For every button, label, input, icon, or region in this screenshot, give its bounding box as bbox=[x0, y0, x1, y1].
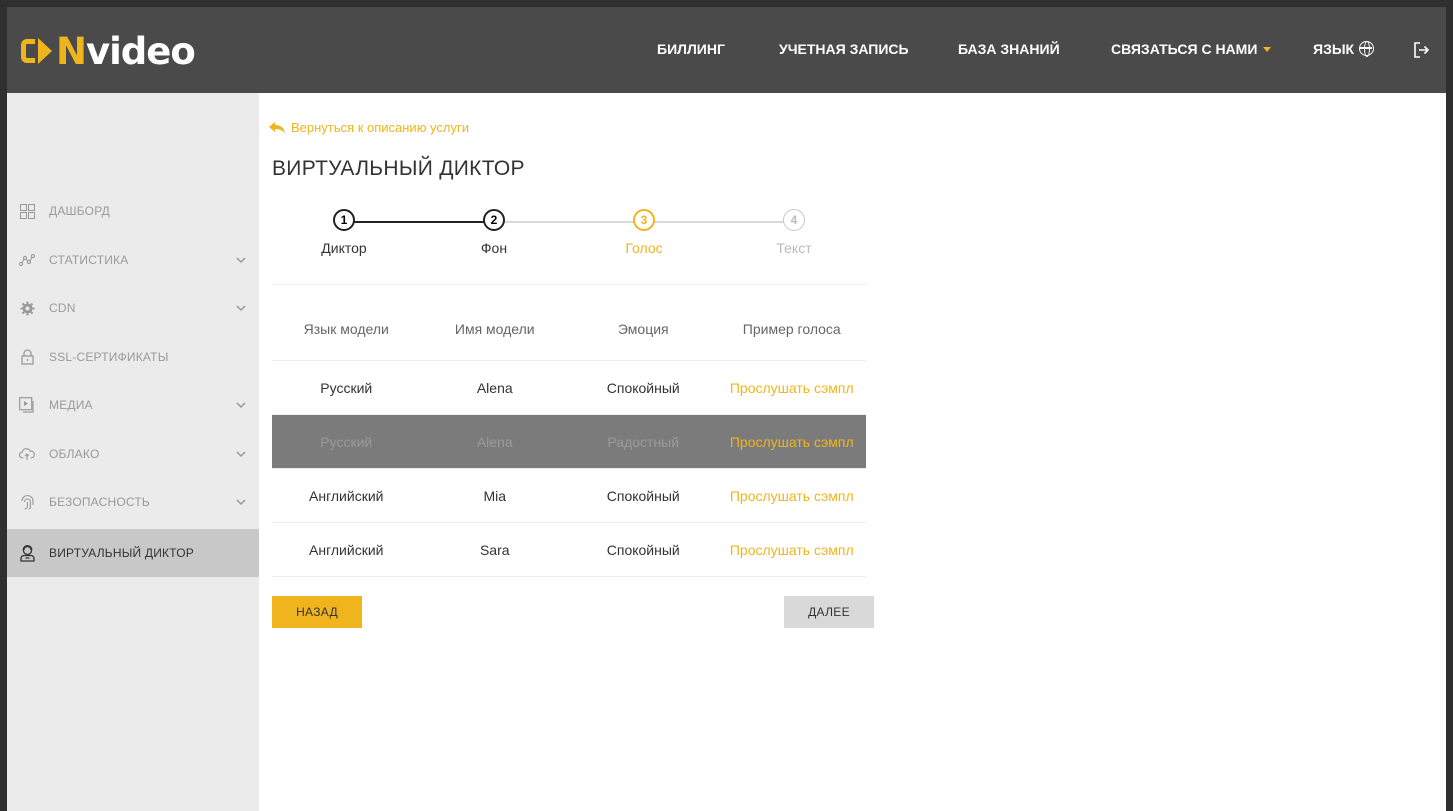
chevron-down-icon bbox=[1263, 47, 1272, 53]
table-row[interactable]: Английский Sara Спокойный Прослушать сэм… bbox=[272, 523, 866, 577]
step-text[interactable]: 4 Текст bbox=[734, 209, 854, 256]
step-number: 3 bbox=[633, 209, 655, 231]
nav-billing[interactable]: БИЛЛИНГ bbox=[657, 41, 725, 59]
back-to-service-link[interactable]: Вернуться к описанию услуги bbox=[269, 120, 469, 135]
table-cell: Английский bbox=[309, 541, 384, 558]
column-header: Пример голоса bbox=[742, 320, 841, 337]
chevron-down-icon bbox=[236, 499, 246, 506]
sidebar-item-label: БЕЗОПАСНОСТЬ bbox=[49, 495, 150, 509]
step-number: 1 bbox=[333, 209, 355, 231]
step-number: 2 bbox=[483, 209, 505, 231]
listen-sample-link[interactable]: Прослушать сэмпл bbox=[718, 488, 867, 504]
listen-sample-link[interactable]: Прослушать сэмпл bbox=[718, 542, 867, 558]
sidebar-item-statistics[interactable]: СТАТИСТИКА bbox=[7, 236, 259, 284]
fingerprint-icon bbox=[19, 494, 35, 510]
step-background[interactable]: 2 Фон bbox=[434, 209, 554, 256]
table-cell: Спокойный bbox=[606, 487, 680, 504]
lock-icon bbox=[19, 349, 35, 365]
dashboard-icon bbox=[19, 203, 35, 219]
sidebar-item-security[interactable]: БЕЗОПАСНОСТЬ bbox=[7, 478, 259, 526]
table-cell: Русский bbox=[320, 433, 373, 450]
sidebar-item-media[interactable]: МЕДИА bbox=[7, 381, 259, 429]
wizard-stepper: 1 Диктор 2 Фон 3 Голос 4 Текст bbox=[272, 205, 866, 285]
nav-contact-label: СВЯЗАТЬСЯ С НАМИ bbox=[1111, 41, 1258, 57]
step-narrator[interactable]: 1 Диктор bbox=[284, 209, 404, 256]
logo-c-glyph bbox=[21, 39, 35, 63]
back-button[interactable]: НАЗАД bbox=[272, 596, 362, 628]
sidebar-item-label: ДАШБОРД bbox=[49, 204, 110, 218]
table-cell: Alena bbox=[476, 379, 513, 396]
step-label: Текст bbox=[776, 240, 812, 256]
sidebar-item-label: СТАТИСТИКА bbox=[49, 253, 129, 267]
sidebar-item-label: ОБЛАКО bbox=[49, 447, 100, 461]
top-header: CDNNvideo БИЛЛИНГ УЧЕТНАЯ ЗАПИСЬ БАЗА ЗН… bbox=[7, 7, 1446, 93]
sidebar-item-ssl[interactable]: SSL-СЕРТИФИКАТЫ bbox=[7, 333, 259, 381]
table-cell: Sara bbox=[479, 541, 510, 558]
table-row-selected[interactable]: Русский Alena Радостный Прослушать сэмпл bbox=[272, 415, 866, 469]
back-arrow-icon bbox=[269, 121, 285, 133]
nav-contact[interactable]: СВЯЗАТЬСЯ С НАМИ bbox=[1111, 41, 1272, 59]
divider bbox=[272, 284, 866, 285]
nav-billing-label: БИЛЛИНГ bbox=[657, 41, 725, 57]
logo[interactable]: CDNNvideo bbox=[21, 29, 196, 73]
table-row[interactable]: Русский Alena Спокойный Прослушать сэмпл bbox=[272, 361, 866, 415]
column-header: Эмоция bbox=[617, 320, 669, 337]
statistics-icon bbox=[19, 252, 35, 268]
table-cell: Mia bbox=[483, 487, 507, 504]
nav-knowledge[interactable]: БАЗА ЗНАНИЙ bbox=[958, 41, 1060, 59]
chevron-down-icon bbox=[236, 305, 246, 312]
app-window: CDNNvideo БИЛЛИНГ УЧЕТНАЯ ЗАПИСЬ БАЗА ЗН… bbox=[7, 7, 1446, 811]
voice-table: Язык модели Имя модели Эмоция Пример гол… bbox=[272, 297, 866, 577]
globe-icon bbox=[1359, 41, 1375, 57]
table-cell: Английский bbox=[309, 487, 384, 504]
table-cell: Alena bbox=[476, 433, 513, 450]
sidebar-item-label: МЕДИА bbox=[49, 398, 93, 412]
step-label: Фон bbox=[480, 240, 508, 256]
media-icon bbox=[19, 397, 35, 413]
chevron-down-icon bbox=[236, 402, 246, 409]
cloud-icon bbox=[19, 446, 35, 462]
chevron-down-icon bbox=[236, 257, 246, 264]
column-header: Имя модели bbox=[454, 320, 535, 337]
sidebar-item-label: SSL-СЕРТИФИКАТЫ bbox=[49, 350, 169, 364]
sidebar-item-virtual-announcer[interactable]: ВИРТУАЛЬНЫЙ ДИКТОР bbox=[7, 529, 259, 577]
nav-account[interactable]: УЧЕТНАЯ ЗАПИСЬ bbox=[779, 41, 909, 59]
sidebar-item-label: ВИРТУАЛЬНЫЙ ДИКТОР bbox=[49, 546, 194, 560]
step-number: 4 bbox=[783, 209, 805, 231]
table-cell: Радостный bbox=[607, 433, 680, 450]
table-cell: Спокойный bbox=[606, 541, 680, 558]
step-label: Голос bbox=[625, 240, 663, 256]
step-voice[interactable]: 3 Голос bbox=[584, 209, 704, 256]
column-header: Язык модели bbox=[303, 320, 389, 337]
sidebar-item-cloud[interactable]: ОБЛАКО bbox=[7, 430, 259, 478]
sidebar-item-label: CDN bbox=[49, 301, 76, 315]
next-button[interactable]: ДАЛЕЕ bbox=[784, 596, 874, 628]
page-title: ВИРТУАЛЬНЫЙ ДИКТОР bbox=[272, 157, 525, 180]
announcer-icon bbox=[19, 544, 35, 562]
chevron-down-icon bbox=[236, 451, 246, 458]
table-cell: Русский bbox=[320, 379, 373, 396]
logo-n-letter: N bbox=[56, 29, 87, 73]
logo-d-glyph bbox=[38, 38, 52, 64]
listen-sample-link[interactable]: Прослушать сэмпл bbox=[718, 380, 867, 396]
logo-text: video bbox=[85, 29, 196, 73]
nav-knowledge-label: БАЗА ЗНАНИЙ bbox=[958, 41, 1060, 57]
nav-language[interactable]: ЯЗЫК bbox=[1313, 41, 1375, 59]
step-label: Диктор bbox=[321, 240, 367, 256]
sidebar: ДАШБОРД СТАТИСТИКА CDN SSL-СЕРТИФИКАТЫ М… bbox=[7, 93, 259, 811]
listen-sample-link[interactable]: Прослушать сэмпл bbox=[718, 434, 867, 450]
gear-icon bbox=[19, 300, 35, 316]
logout-icon[interactable] bbox=[1412, 41, 1430, 59]
table-cell: Спокойный bbox=[606, 379, 680, 396]
table-row[interactable]: Английский Mia Спокойный Прослушать сэмп… bbox=[272, 469, 866, 523]
nav-language-label: ЯЗЫК bbox=[1313, 41, 1355, 57]
sidebar-item-dashboard[interactable]: ДАШБОРД bbox=[7, 187, 259, 235]
back-link-label: Вернуться к описанию услуги bbox=[291, 120, 469, 135]
sidebar-item-cdn[interactable]: CDN bbox=[7, 284, 259, 332]
nav-account-label: УЧЕТНАЯ ЗАПИСЬ bbox=[779, 41, 909, 57]
table-header-row: Язык модели Имя модели Эмоция Пример гол… bbox=[272, 297, 866, 361]
